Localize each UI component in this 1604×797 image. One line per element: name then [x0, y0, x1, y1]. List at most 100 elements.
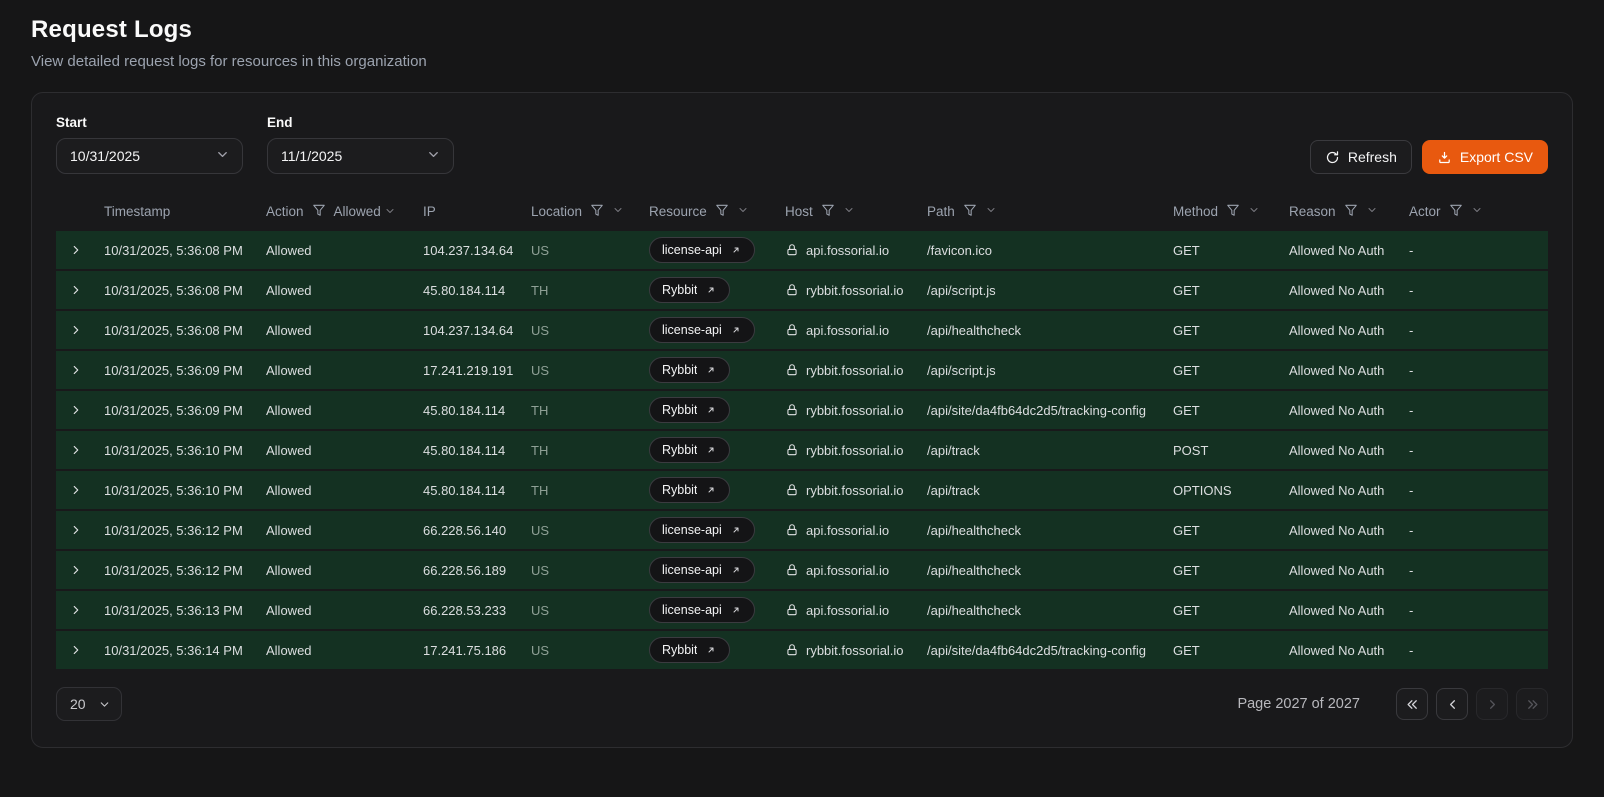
host-value: rybbit.fossorial.io [806, 443, 904, 458]
timestamp-cell: 10/31/2025, 5:36:10 PM [104, 443, 266, 458]
method-cell: GET [1173, 323, 1289, 338]
chevron-down-icon[interactable] [1366, 204, 1378, 219]
chevron-down-icon[interactable] [843, 204, 855, 219]
resource-badge-label: license-api [662, 243, 722, 257]
path-cell: /api/site/da4fb64dc2d5/tracking-config [927, 643, 1173, 658]
ip-cell: 45.80.184.114 [423, 443, 531, 458]
method-column-label: Method [1173, 204, 1218, 219]
chevron-down-icon[interactable] [985, 204, 997, 219]
end-date-select[interactable]: 11/1/2025 [267, 138, 454, 174]
method-filter-icon[interactable] [1226, 203, 1240, 220]
path-filter-icon[interactable] [963, 203, 977, 220]
action-filter-icon[interactable] [312, 203, 326, 220]
resource-filter-icon[interactable] [715, 203, 729, 220]
table-row[interactable]: 10/31/2025, 5:36:09 PM Allowed 45.80.184… [56, 391, 1548, 429]
expand-row-button[interactable] [56, 323, 96, 337]
actor-cell: - [1409, 443, 1548, 458]
resource-badge[interactable]: Rybbit [649, 477, 730, 503]
expand-row-button[interactable] [56, 403, 96, 417]
method-cell: GET [1173, 603, 1289, 618]
resource-badge[interactable]: license-api [649, 517, 755, 543]
timestamp-cell: 10/31/2025, 5:36:13 PM [104, 603, 266, 618]
resource-badge[interactable]: Rybbit [649, 357, 730, 383]
resource-badge[interactable]: Rybbit [649, 437, 730, 463]
page-title: Request Logs [31, 16, 1573, 44]
method-column-header: Method [1173, 203, 1289, 220]
method-cell: GET [1173, 243, 1289, 258]
action-cell: Allowed [266, 283, 423, 298]
actor-cell: - [1409, 243, 1548, 258]
resource-badge[interactable]: Rybbit [649, 277, 730, 303]
ip-cell: 17.241.75.186 [423, 643, 531, 658]
table-row[interactable]: 10/31/2025, 5:36:08 PM Allowed 104.237.1… [56, 311, 1548, 349]
export-csv-button[interactable]: Export CSV [1422, 140, 1548, 174]
reason-filter-icon[interactable] [1344, 203, 1358, 220]
refresh-button[interactable]: Refresh [1310, 140, 1412, 174]
chevron-down-icon[interactable] [612, 204, 624, 219]
path-cell: /api/script.js [927, 363, 1173, 378]
export-csv-button-label: Export CSV [1460, 149, 1533, 165]
resource-badge[interactable]: license-api [649, 597, 755, 623]
table-row[interactable]: 10/31/2025, 5:36:14 PM Allowed 17.241.75… [56, 631, 1548, 669]
expand-row-button[interactable] [56, 283, 96, 297]
expand-row-button[interactable] [56, 603, 96, 617]
table-row[interactable]: 10/31/2025, 5:36:13 PM Allowed 66.228.53… [56, 591, 1548, 629]
resource-badge[interactable]: license-api [649, 317, 755, 343]
host-column-label: Host [785, 204, 813, 219]
location-cell: US [531, 243, 649, 258]
method-cell: OPTIONS [1173, 483, 1289, 498]
chevrons-right-icon [1525, 697, 1540, 712]
chevron-down-icon[interactable] [737, 204, 749, 219]
table-row[interactable]: 10/31/2025, 5:36:08 PM Allowed 45.80.184… [56, 271, 1548, 309]
expand-row-button[interactable] [56, 643, 96, 657]
first-page-button[interactable] [1396, 688, 1428, 720]
actor-filter-icon[interactable] [1449, 203, 1463, 220]
location-cell: US [531, 523, 649, 538]
timestamp-column-header: Timestamp [104, 204, 266, 219]
location-cell: TH [531, 283, 649, 298]
host-value: api.fossorial.io [806, 243, 889, 258]
previous-page-button[interactable] [1436, 688, 1468, 720]
host-value: rybbit.fossorial.io [806, 643, 904, 658]
expand-row-button[interactable] [56, 483, 96, 497]
reason-cell: Allowed No Auth [1289, 443, 1409, 458]
start-date-select[interactable]: 10/31/2025 [56, 138, 243, 174]
expand-row-button[interactable] [56, 363, 96, 377]
action-filter-dropdown[interactable]: Allowed [334, 204, 396, 219]
path-column-header: Path [927, 203, 1173, 220]
expand-row-button[interactable] [56, 443, 96, 457]
table-row[interactable]: 10/31/2025, 5:36:10 PM Allowed 45.80.184… [56, 431, 1548, 469]
table-row[interactable]: 10/31/2025, 5:36:12 PM Allowed 66.228.56… [56, 551, 1548, 589]
reason-cell: Allowed No Auth [1289, 643, 1409, 658]
resource-badge[interactable]: license-api [649, 237, 755, 263]
page-size-select[interactable]: 20 [56, 687, 122, 721]
host-value: rybbit.fossorial.io [806, 363, 904, 378]
lock-icon [785, 603, 799, 617]
expand-row-button[interactable] [56, 523, 96, 537]
host-cell: api.fossorial.io [785, 603, 927, 618]
action-cell: Allowed [266, 403, 423, 418]
table-row[interactable]: 10/31/2025, 5:36:09 PM Allowed 17.241.21… [56, 351, 1548, 389]
chevron-down-icon[interactable] [1471, 204, 1483, 219]
location-filter-icon[interactable] [590, 203, 604, 220]
reason-cell: Allowed No Auth [1289, 563, 1409, 578]
host-filter-icon[interactable] [821, 203, 835, 220]
ip-cell: 66.228.56.140 [423, 523, 531, 538]
table-row[interactable]: 10/31/2025, 5:36:12 PM Allowed 66.228.56… [56, 511, 1548, 549]
method-cell: GET [1173, 643, 1289, 658]
host-value: api.fossorial.io [806, 563, 889, 578]
expand-row-button[interactable] [56, 243, 96, 257]
controls-actions: Refresh Export CSV [1310, 140, 1548, 174]
resource-badge[interactable]: Rybbit [649, 397, 730, 423]
resource-badge[interactable]: license-api [649, 557, 755, 583]
table-row[interactable]: 10/31/2025, 5:36:08 PM Allowed 104.237.1… [56, 231, 1548, 269]
expand-row-button[interactable] [56, 563, 96, 577]
chevron-down-icon[interactable] [1248, 204, 1260, 219]
lock-icon [785, 363, 799, 377]
chevron-down-icon [215, 147, 230, 165]
table-row[interactable]: 10/31/2025, 5:36:10 PM Allowed 45.80.184… [56, 471, 1548, 509]
path-cell: /api/healthcheck [927, 323, 1173, 338]
actor-cell: - [1409, 643, 1548, 658]
resource-badge-label: Rybbit [662, 403, 697, 417]
resource-badge[interactable]: Rybbit [649, 637, 730, 663]
